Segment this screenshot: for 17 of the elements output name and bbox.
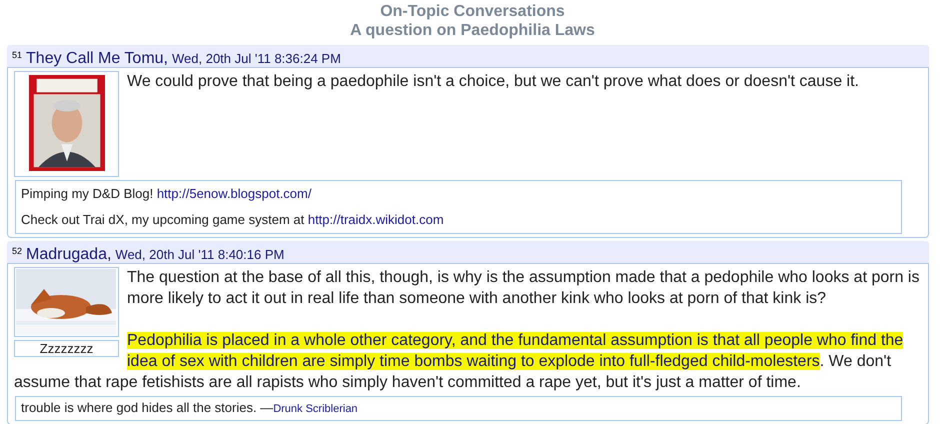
signature-link[interactable]: http://5enow.blogspot.com/ [156,186,312,201]
post-date: Wed, 20th Jul '11 8:36:24 PM [172,50,341,68]
section-title: On-Topic Conversations [379,2,566,21]
signature-link[interactable]: Drunk Scriblerian [273,403,358,415]
signature-line: Check out Trai dX, my upcoming game system at http://traidx.wikidot.com [21,211,445,229]
signature-line: trouble is where god hides all the stories. —Drunk Scriblerian [21,399,359,417]
signature-link[interactable]: http://traidx.wikidot.com [308,212,444,227]
author-name[interactable]: Madrugada, [26,243,112,267]
post-date: Wed, 20th Jul '11 8:40:16 PM [115,246,284,264]
author-name[interactable]: They Call Me Tomu, [26,47,168,71]
post-number: 52 [12,245,22,258]
thread-title: A question on Paedophilia Laws [349,21,596,40]
post-number: 51 [12,49,22,62]
post-paragraph: The question at the base of all this, though, is why is the assumption made that a pedophile who looks at porn is more likely to act it out in real life than someone with another kink who looks at porn of that kink is? [127,268,920,309]
signature-line: Pimping my D&D Blog! http://5enow.blogspot.com/ [21,185,312,203]
avatar-caption: Zzzzzzzz [14,340,119,357]
post-paragraph: We could prove that being a paedophile isn't a choice, but we can't prove what does or doesn't cause it. [127,72,860,92]
